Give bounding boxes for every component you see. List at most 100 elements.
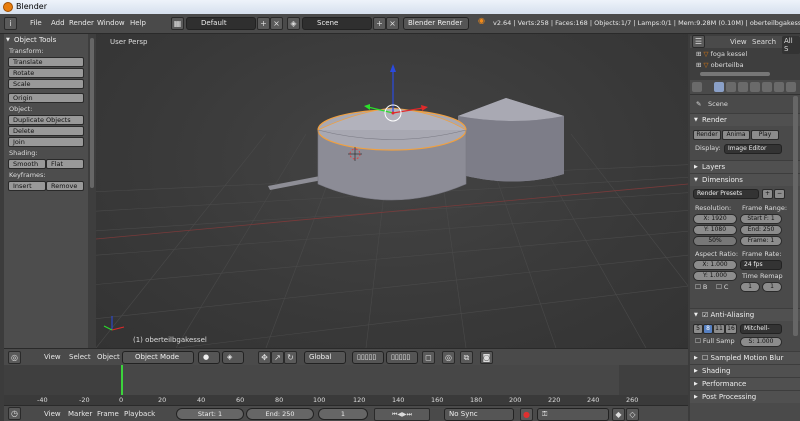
origin-button[interactable]: Origin — [8, 93, 84, 103]
rotate-manipulator-icon[interactable]: ↻ — [284, 351, 297, 364]
flat-button[interactable]: Flat — [46, 159, 84, 169]
duplicate-objects-button[interactable]: Duplicate Objects — [8, 115, 84, 125]
modifiers-tab-icon[interactable] — [774, 82, 784, 92]
add-layout-button[interactable]: + — [257, 17, 270, 30]
add-scene-button[interactable]: + — [373, 17, 386, 30]
outliner-scrollbar[interactable] — [700, 72, 770, 76]
start-frame-field[interactable]: Start: 1 — [176, 408, 244, 420]
proportional-edit-icon[interactable]: ◎ — [442, 351, 455, 364]
post-processing-panel-header[interactable]: Post Processing — [690, 390, 800, 404]
menu-window[interactable]: Window — [97, 19, 125, 27]
outliner-search-menu[interactable]: Search — [752, 38, 776, 46]
end-frame-field[interactable]: End: 250 — [246, 408, 314, 420]
anti-aliasing-panel-header[interactable]: ☑ Anti-Aliasing — [690, 308, 800, 322]
pin-icon[interactable]: ✎ — [696, 100, 701, 108]
timeline[interactable]: -40 -20 0 20 40 60 80 100 120 140 160 18… — [4, 365, 688, 405]
crop-checkbox[interactable]: ☐ C — [716, 283, 728, 291]
playback-controls[interactable]: ⏮◀▶⏭ — [374, 408, 430, 421]
menu-object[interactable]: Object — [97, 353, 120, 361]
render-button[interactable]: Render — [693, 130, 721, 140]
layer-buttons-1[interactable]: ▯▯▯▯▯ — [352, 351, 384, 364]
object-tab-icon[interactable] — [750, 82, 760, 92]
render-engine-select[interactable]: Blender Render — [403, 17, 469, 30]
remove-preset-button[interactable]: − — [774, 189, 785, 199]
remove-layout-button[interactable]: × — [270, 17, 283, 30]
menu-select[interactable]: Select — [69, 353, 91, 361]
editor-type-icon[interactable]: i — [4, 17, 17, 30]
current-frame-field[interactable]: 1 — [318, 408, 368, 420]
outliner-type-icon[interactable]: ☰ — [692, 35, 705, 48]
menu-marker[interactable]: Marker — [68, 410, 92, 418]
frame-step-field[interactable]: Frame: 1 — [740, 236, 782, 246]
smooth-button[interactable]: Smooth — [8, 159, 46, 169]
rotate-button[interactable]: Rotate — [8, 68, 84, 78]
record-icon[interactable]: ● — [520, 408, 533, 421]
keying-set-select[interactable]: ⚿ — [537, 408, 609, 421]
resolution-y-field[interactable]: Y: 1080 — [693, 225, 737, 235]
aa-filter-select[interactable]: Mitchell- — [740, 324, 782, 334]
add-preset-button[interactable]: + — [762, 189, 773, 199]
motion-blur-panel-header[interactable]: ☐ Sampled Motion Blur — [690, 351, 800, 365]
menu-render[interactable]: Render — [69, 19, 94, 27]
dimensions-panel-header[interactable]: Dimensions — [690, 173, 800, 187]
display-select[interactable]: Image Editor — [724, 144, 782, 154]
3d-viewport[interactable]: User Persp (1) oberteilbgakessel — [96, 34, 688, 348]
delete-button[interactable]: Delete — [8, 126, 84, 136]
shading-panel-header[interactable]: Shading — [690, 364, 800, 378]
pivot-select[interactable]: ◈ — [222, 351, 244, 364]
render-tab-icon[interactable] — [714, 82, 724, 92]
aspect-x-field[interactable]: X: 1.000 — [693, 260, 737, 270]
outliner-filter-select[interactable]: All S — [782, 36, 800, 54]
insert-keyframe-button[interactable]: Insert — [8, 181, 46, 191]
aa-samples-16[interactable]: 16 — [725, 324, 737, 334]
time-remap-new-field[interactable]: 1 — [762, 282, 782, 292]
menu-view[interactable]: View — [44, 353, 61, 361]
layout-select[interactable]: Default — [186, 17, 256, 30]
render-panel-header[interactable]: Render — [690, 113, 800, 127]
sync-mode-select[interactable]: No Sync — [444, 408, 514, 421]
menu-frame[interactable]: Frame — [97, 410, 119, 418]
delete-keyframe-icon[interactable]: ◇ — [626, 408, 639, 421]
orientation-select[interactable]: Global — [304, 351, 346, 364]
resolution-x-field[interactable]: X: 1920 — [693, 214, 737, 224]
layers-panel-header[interactable]: Layers — [690, 160, 800, 174]
outliner-item[interactable]: ⊞ ▽ oberteilba — [696, 61, 744, 69]
translate-manipulator-icon[interactable]: ↗ — [271, 351, 284, 364]
outliner-view-menu[interactable]: View — [730, 38, 747, 46]
editor-type-icon[interactable] — [692, 82, 702, 92]
border-checkbox[interactable]: ☐ B — [695, 283, 707, 291]
menu-playback[interactable]: Playback — [124, 410, 155, 418]
snap-icon[interactable]: ⧉ — [460, 351, 473, 364]
full-sample-checkbox[interactable]: ☐ Full Samp — [695, 337, 735, 345]
data-tab-icon[interactable] — [786, 82, 796, 92]
remove-keyframe-button[interactable]: Remove — [46, 181, 84, 191]
properties-scrollbar[interactable] — [793, 96, 798, 336]
manipulator-toggle-icon[interactable]: ✥ — [258, 351, 271, 364]
animation-button[interactable]: Anima — [722, 130, 750, 140]
insert-keyframe-icon[interactable]: ◆ — [612, 408, 625, 421]
viewport-scene[interactable] — [96, 34, 688, 348]
menu-file[interactable]: File — [30, 19, 42, 27]
object-tools-header[interactable]: Object Tools — [4, 34, 88, 46]
menu-add[interactable]: Add — [51, 19, 65, 27]
scale-button[interactable]: Scale — [8, 79, 84, 89]
resolution-percent-field[interactable]: 50% — [693, 236, 737, 246]
aa-samples-8[interactable]: 8 — [703, 324, 713, 334]
start-frame-field[interactable]: Start F: 1 — [740, 214, 782, 224]
scene-icon[interactable]: ◈ — [287, 17, 300, 30]
outliner-item[interactable]: ⊞ ▽ foga kessel — [696, 50, 747, 58]
aspect-y-field[interactable]: Y: 1.000 — [693, 271, 737, 281]
end-frame-field[interactable]: End: 250 — [740, 225, 782, 235]
translate-button[interactable]: Translate — [8, 57, 84, 67]
performance-panel-header[interactable]: Performance — [690, 377, 800, 391]
remove-scene-button[interactable]: × — [386, 17, 399, 30]
world-tab-icon[interactable] — [738, 82, 748, 92]
mode-select[interactable]: Object Mode — [122, 351, 194, 364]
viewport-shading-select[interactable]: ● — [198, 351, 220, 364]
scene-tab-icon[interactable] — [726, 82, 736, 92]
menu-help[interactable]: Help — [130, 19, 146, 27]
time-remap-old-field[interactable]: 1 — [740, 282, 760, 292]
editor-type-icon[interactable]: ◷ — [8, 407, 21, 420]
aa-size-field[interactable]: S: 1.000 — [740, 337, 782, 347]
tool-shelf-scrollbar[interactable] — [88, 34, 96, 348]
